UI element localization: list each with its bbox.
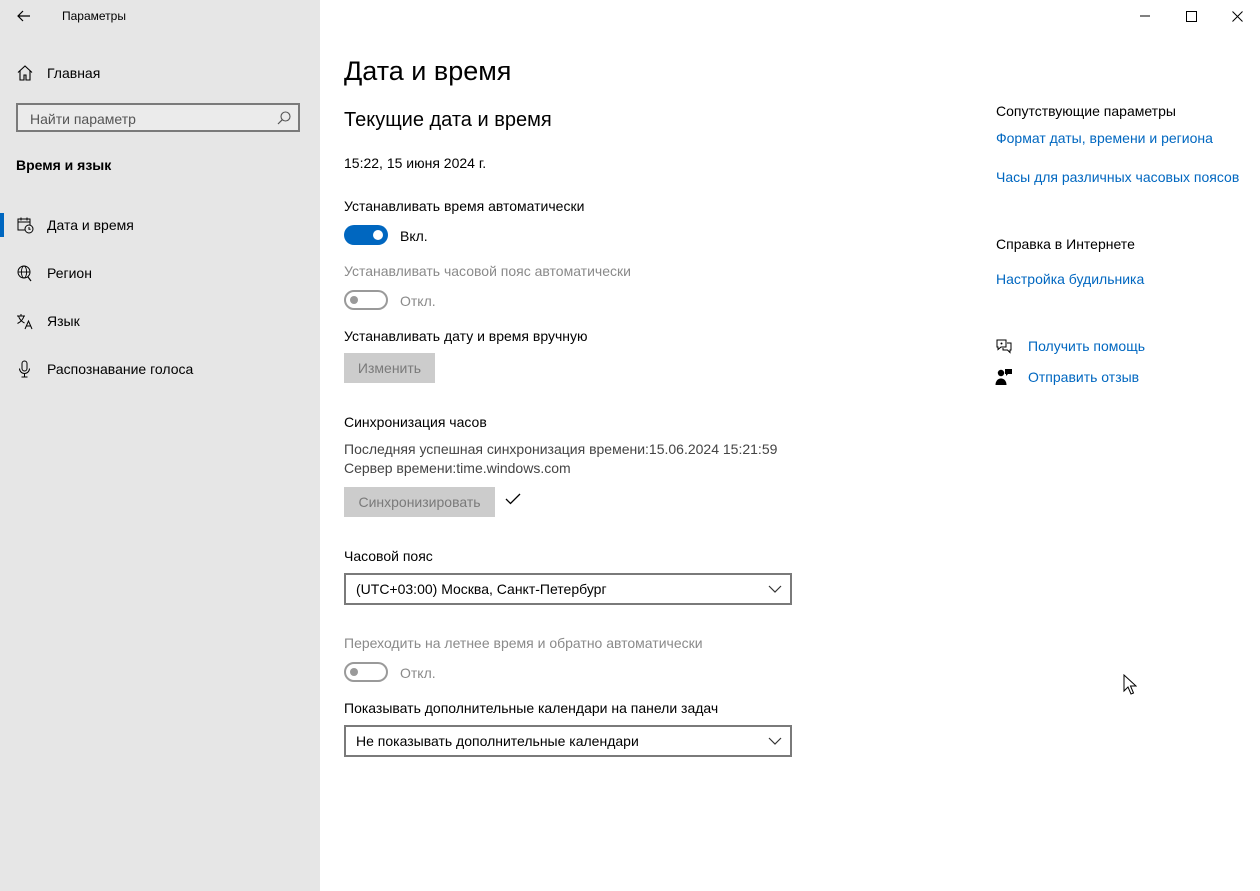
- feedback-icon: [995, 369, 1012, 385]
- back-button[interactable]: [8, 0, 40, 32]
- checkmark-icon: [505, 493, 521, 505]
- auto-timezone-state: Откл.: [400, 293, 436, 309]
- current-datetime-heading: Текущие дата и время: [344, 109, 552, 131]
- auto-time-label: Устанавливать время автоматически: [344, 198, 585, 214]
- sidebar-item-language[interactable]: Язык: [0, 301, 320, 341]
- send-feedback-link[interactable]: Отправить отзыв: [1028, 369, 1139, 385]
- date-format-link[interactable]: Формат даты, времени и региона: [996, 130, 1213, 146]
- toggle-knob: [373, 230, 383, 240]
- timezone-value: (UTC+03:00) Москва, Санкт-Петербург: [356, 581, 607, 597]
- dst-toggle[interactable]: [344, 662, 388, 682]
- auto-time-toggle[interactable]: [344, 225, 388, 245]
- chevron-down-icon: [768, 585, 782, 593]
- maximize-icon: [1185, 10, 1197, 22]
- search-input[interactable]: [28, 109, 272, 129]
- alarm-setup-link[interactable]: Настройка будильника: [996, 271, 1144, 287]
- sidebar-item-label: Распознавание голоса: [47, 361, 194, 377]
- sidebar-item-label: Язык: [47, 313, 80, 329]
- timezone-label: Часовой пояс: [344, 548, 433, 564]
- mouse-cursor-icon: [1123, 674, 1137, 695]
- language-icon: [17, 314, 33, 330]
- globe-icon: [17, 265, 32, 282]
- auto-time-state: Вкл.: [400, 228, 428, 244]
- sidebar-item-label: Дата и время: [47, 217, 134, 233]
- sidebar-item-region[interactable]: Регион: [0, 253, 320, 293]
- current-datetime: 15:22, 15 июня 2024 г.: [344, 155, 487, 171]
- toggle-knob: [350, 668, 358, 676]
- home-icon: [17, 65, 33, 81]
- close-button[interactable]: [1214, 0, 1260, 32]
- chevron-down-icon: [768, 737, 782, 745]
- minimize-icon: [1140, 15, 1150, 17]
- calendars-value: Не показывать дополнительные календари: [356, 733, 639, 749]
- time-server-text: Сервер времени:time.windows.com: [344, 460, 571, 476]
- get-help-link[interactable]: Получить помощь: [1028, 338, 1145, 354]
- manual-datetime-label: Устанавливать дату и время вручную: [344, 328, 588, 344]
- back-arrow-icon: [17, 10, 30, 22]
- sidebar-home[interactable]: Главная: [0, 56, 320, 90]
- search-icon: [277, 111, 291, 125]
- timezone-dropdown[interactable]: (UTC+03:00) Москва, Санкт-Петербург: [344, 573, 792, 605]
- sidebar-item-label: Регион: [47, 265, 92, 281]
- page-title: Дата и время: [344, 56, 512, 86]
- sidebar: Параметры Главная Время и язык Дата и вр…: [0, 0, 320, 891]
- minimize-button[interactable]: [1122, 0, 1168, 32]
- dst-label: Переходить на летнее время и обратно авт…: [344, 635, 703, 651]
- last-sync-text: Последняя успешная синхронизация времени…: [344, 441, 778, 457]
- app-title: Параметры: [62, 9, 126, 23]
- change-button[interactable]: Изменить: [344, 353, 435, 383]
- multiple-clocks-link[interactable]: Часы для различных часовых поясов: [996, 169, 1239, 185]
- dst-state: Откл.: [400, 665, 436, 681]
- microphone-icon: [19, 360, 30, 378]
- section-title: Время и язык: [16, 157, 112, 173]
- calendars-label: Показывать дополнительные календари на п…: [344, 700, 719, 716]
- sidebar-item-date-time[interactable]: Дата и время: [0, 205, 320, 245]
- toggle-knob: [350, 296, 358, 304]
- calendar-clock-icon: [17, 217, 34, 234]
- auto-timezone-toggle[interactable]: [344, 290, 388, 310]
- search-box[interactable]: [16, 103, 300, 132]
- get-help-icon: [996, 339, 1012, 354]
- related-settings-heading: Сопутствующие параметры: [996, 103, 1176, 119]
- close-icon: [1231, 10, 1243, 22]
- online-help-heading: Справка в Интернете: [996, 236, 1135, 252]
- maximize-button[interactable]: [1168, 0, 1214, 32]
- sidebar-item-speech[interactable]: Распознавание голоса: [0, 349, 320, 389]
- sidebar-home-label: Главная: [47, 65, 101, 81]
- sync-button[interactable]: Синхронизировать: [344, 487, 495, 517]
- calendars-dropdown[interactable]: Не показывать дополнительные календари: [344, 725, 792, 757]
- sync-title: Синхронизация часов: [344, 414, 487, 430]
- auto-timezone-label: Устанавливать часовой пояс автоматически: [344, 263, 631, 279]
